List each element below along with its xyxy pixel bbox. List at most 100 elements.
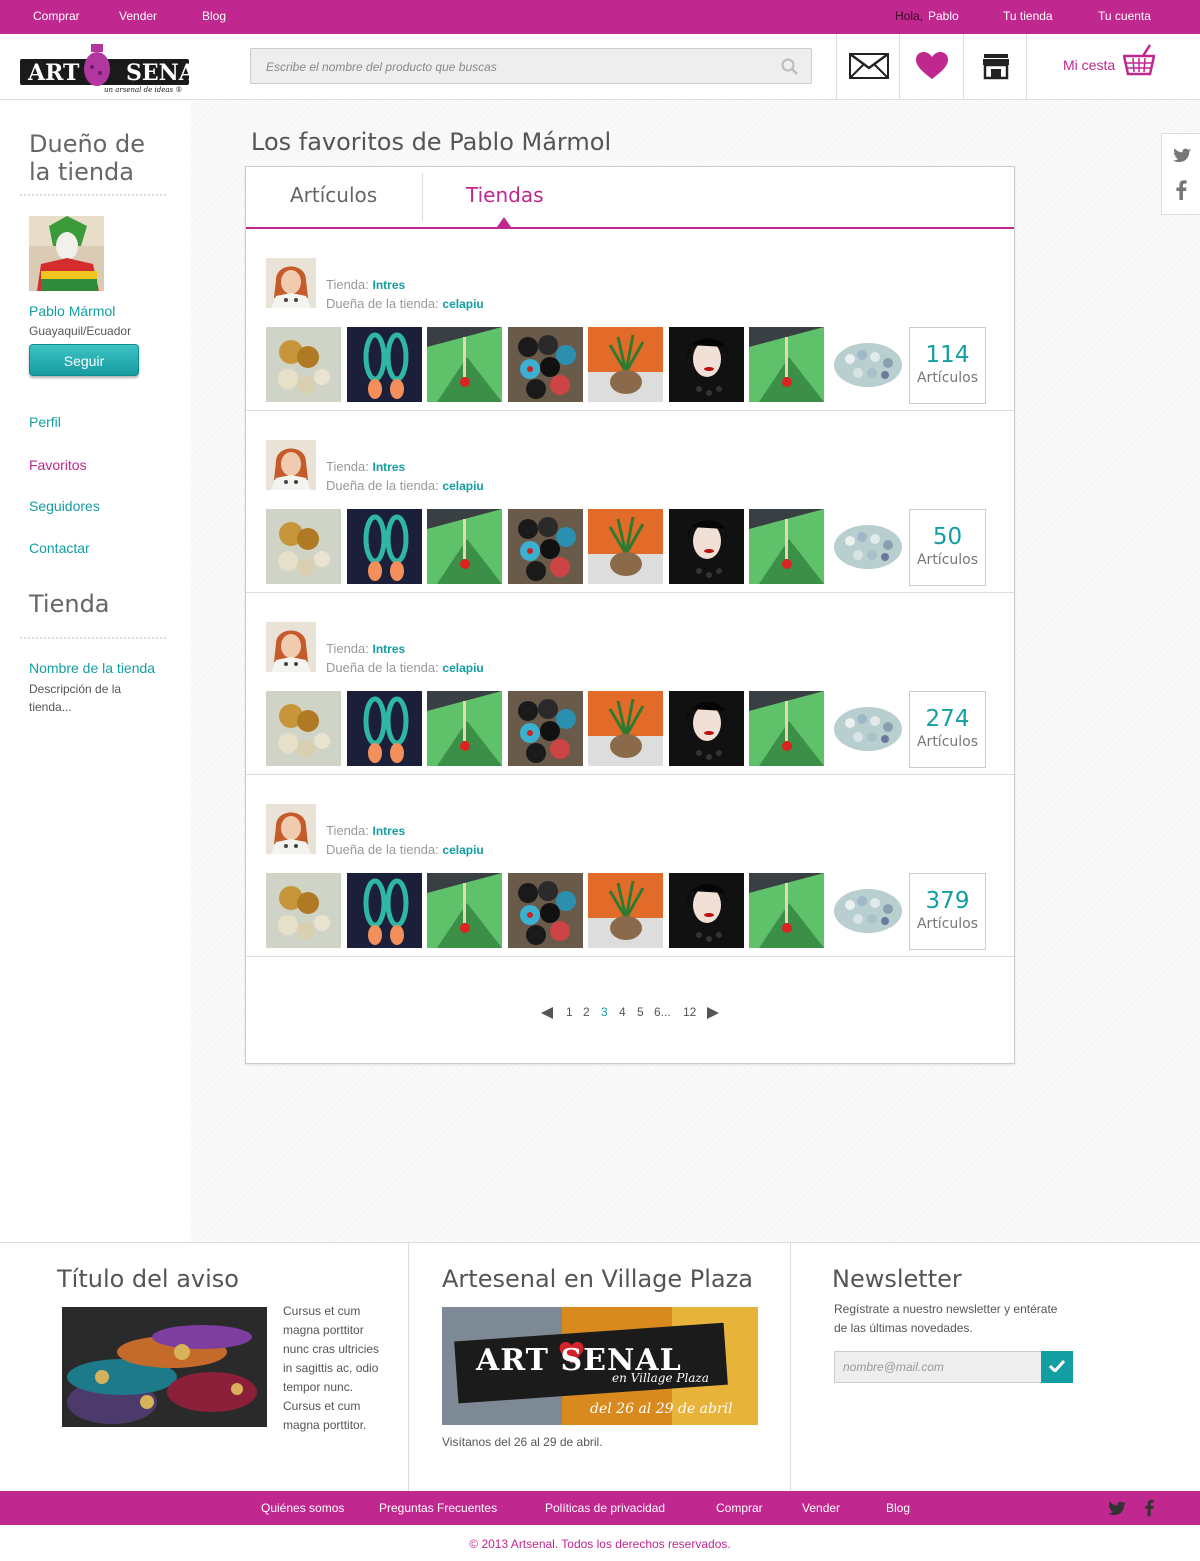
shop-label: Tienda: xyxy=(326,277,369,292)
event-banner[interactable]: ART SENAL en Village Plaza del 26 al 29 … xyxy=(442,1307,758,1425)
tab-tiendas[interactable]: Tiendas xyxy=(466,183,544,207)
footer-link-privacy[interactable]: Políticas de privacidad xyxy=(545,1501,665,1515)
product-thumbnail[interactable] xyxy=(346,691,422,766)
cart-label[interactable]: Mi cesta xyxy=(1063,57,1115,73)
store-icon xyxy=(982,52,1010,83)
footer-link-faq[interactable]: Preguntas Frecuentes xyxy=(379,1501,497,1515)
shop-avatar[interactable] xyxy=(266,258,316,308)
product-thumbnail[interactable] xyxy=(749,873,824,948)
page-link[interactable]: 6... xyxy=(654,1005,671,1019)
sidebar-item-perfil[interactable]: Perfil xyxy=(29,414,61,430)
product-thumbnail[interactable] xyxy=(588,691,663,766)
tab-articulos[interactable]: Artículos xyxy=(290,183,377,207)
article-count-box[interactable]: 274 Artículos xyxy=(909,691,986,768)
shop-name-link[interactable]: Nombre de la tienda xyxy=(29,660,155,676)
product-thumbnail[interactable] xyxy=(346,509,422,584)
shop-name-link[interactable]: Intres xyxy=(373,278,406,292)
search-icon[interactable] xyxy=(781,58,799,79)
header: ART SENAL un arsenal de ideas ® Escribe … xyxy=(0,34,1200,100)
sidebar-item-favoritos[interactable]: Favoritos xyxy=(29,457,87,473)
notice-image[interactable] xyxy=(62,1307,267,1427)
shop-avatar[interactable] xyxy=(266,622,316,672)
shop-heading: Tienda xyxy=(29,590,110,618)
favorites-button[interactable] xyxy=(899,34,963,100)
footer-link-blog[interactable]: Blog xyxy=(886,1501,910,1515)
sidebar-item-seguidores[interactable]: Seguidores xyxy=(29,498,100,514)
article-count-box[interactable]: 114 Artículos xyxy=(909,327,986,404)
owner-name-link[interactable]: celapiu xyxy=(442,843,483,857)
product-thumbnail[interactable] xyxy=(749,691,824,766)
top-link-vender[interactable]: Vender xyxy=(119,9,157,23)
page-link-current[interactable]: 3 xyxy=(601,1005,608,1019)
owner-name-link[interactable]: celapiu xyxy=(442,479,483,493)
facebook-icon[interactable] xyxy=(1175,180,1187,203)
prev-page-icon[interactable] xyxy=(541,1007,553,1022)
product-thumbnail[interactable] xyxy=(346,327,422,402)
footer-link-quienes-somos[interactable]: Quiénes somos xyxy=(261,1501,344,1515)
shop-name-link[interactable]: Intres xyxy=(373,824,406,838)
article-count-box[interactable]: 379 Artículos xyxy=(909,873,986,950)
product-thumbnail[interactable] xyxy=(829,873,905,948)
top-link-your-shop[interactable]: Tu tienda xyxy=(1003,9,1053,23)
product-thumbnail[interactable] xyxy=(668,691,744,766)
product-thumbnail[interactable] xyxy=(829,691,905,766)
product-thumbnail[interactable] xyxy=(507,509,583,584)
shop-name-link[interactable]: Intres xyxy=(373,460,406,474)
follow-button[interactable]: Seguir xyxy=(29,344,139,376)
site-logo[interactable]: ART SENAL un arsenal de ideas ® xyxy=(19,40,211,94)
product-thumbnail[interactable] xyxy=(588,873,663,948)
top-link-blog[interactable]: Blog xyxy=(202,9,226,23)
product-thumbnail[interactable] xyxy=(588,327,663,402)
product-thumbnail[interactable] xyxy=(346,873,422,948)
product-thumbnail[interactable] xyxy=(427,691,502,766)
product-thumbnail[interactable] xyxy=(668,873,744,948)
next-page-icon[interactable] xyxy=(707,1007,719,1022)
page-link[interactable]: 12 xyxy=(683,1005,696,1019)
owner-avatar[interactable] xyxy=(29,216,104,291)
sidebar-item-contactar[interactable]: Contactar xyxy=(29,540,90,556)
shop-avatar[interactable] xyxy=(266,440,316,490)
shop-name-link[interactable]: Intres xyxy=(373,642,406,656)
user-name[interactable]: Pablo xyxy=(928,9,959,23)
page-link[interactable]: 2 xyxy=(583,1005,590,1019)
page-link[interactable]: 5 xyxy=(637,1005,644,1019)
my-shop-button[interactable] xyxy=(963,34,1027,100)
product-thumbnail[interactable] xyxy=(266,691,341,766)
product-thumbnail[interactable] xyxy=(427,327,502,402)
shop-avatar[interactable] xyxy=(266,804,316,854)
product-thumbnail[interactable] xyxy=(266,509,341,584)
twitter-icon[interactable] xyxy=(1108,1501,1126,1518)
product-thumbnail[interactable] xyxy=(427,509,502,584)
product-thumbnail[interactable] xyxy=(507,691,583,766)
search-input[interactable]: Escribe el nombre del producto que busca… xyxy=(266,60,497,74)
page-link[interactable]: 1 xyxy=(566,1005,573,1019)
owner-name-link[interactable]: celapiu xyxy=(442,297,483,311)
footer-link-vender[interactable]: Vender xyxy=(802,1501,840,1515)
product-thumbnail[interactable] xyxy=(427,873,502,948)
facebook-icon[interactable] xyxy=(1144,1499,1154,1520)
search-bar[interactable]: Escribe el nombre del producto que busca… xyxy=(250,48,812,84)
footer-link-comprar[interactable]: Comprar xyxy=(716,1501,763,1515)
top-link-your-account[interactable]: Tu cuenta xyxy=(1098,9,1151,23)
product-thumbnail[interactable] xyxy=(266,873,341,948)
product-thumbnail[interactable] xyxy=(588,509,663,584)
product-thumbnail[interactable] xyxy=(749,509,824,584)
product-thumbnail[interactable] xyxy=(749,327,824,402)
basket-icon[interactable] xyxy=(1122,44,1156,79)
top-link-comprar[interactable]: Comprar xyxy=(33,9,80,23)
newsletter-email-input[interactable]: nombre@mail.com xyxy=(834,1351,1042,1383)
product-thumbnail[interactable] xyxy=(829,509,905,584)
product-thumbnail[interactable] xyxy=(266,327,341,402)
article-count-box[interactable]: 50 Artículos xyxy=(909,509,986,586)
product-thumbnail[interactable] xyxy=(829,327,905,402)
newsletter-submit-button[interactable] xyxy=(1041,1351,1073,1383)
messages-button[interactable] xyxy=(836,34,900,100)
owner-name[interactable]: Pablo Mármol xyxy=(29,303,115,319)
product-thumbnail[interactable] xyxy=(668,509,744,584)
product-thumbnail[interactable] xyxy=(668,327,744,402)
product-thumbnail[interactable] xyxy=(507,873,583,948)
page-link[interactable]: 4 xyxy=(619,1005,626,1019)
twitter-icon[interactable] xyxy=(1173,148,1191,165)
owner-name-link[interactable]: celapiu xyxy=(442,661,483,675)
product-thumbnail[interactable] xyxy=(507,327,583,402)
